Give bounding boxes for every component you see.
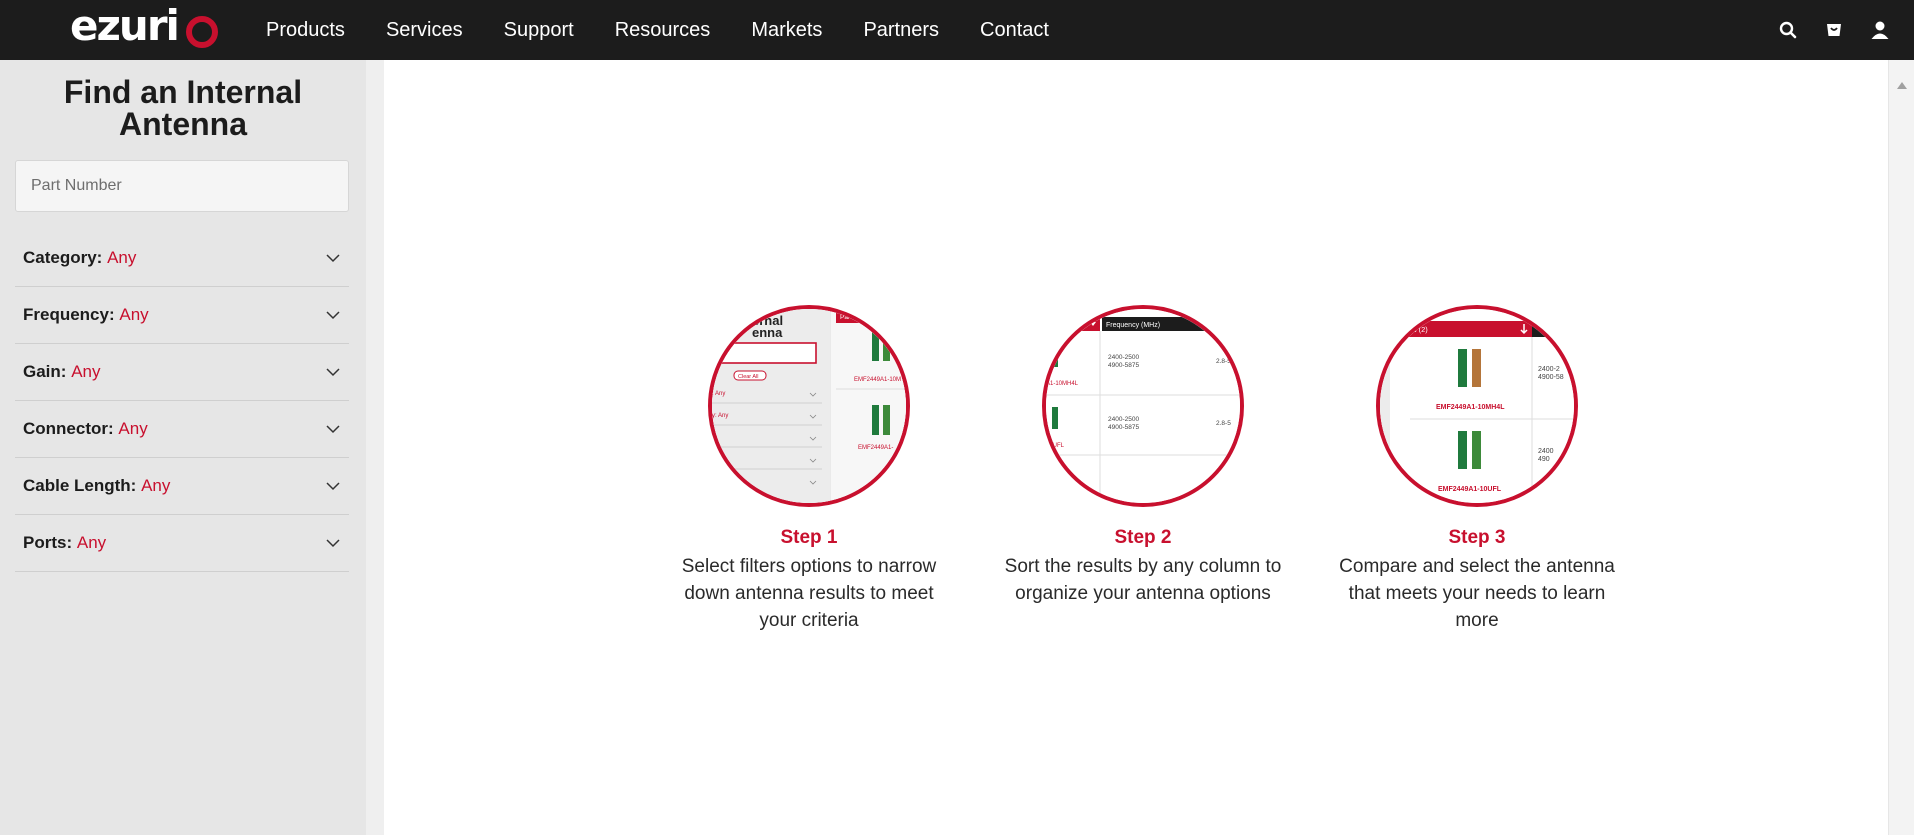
svg-text:10UFL: 10UFL xyxy=(1046,443,1065,449)
part-number-input[interactable] xyxy=(15,160,349,212)
svg-text:2400-2500: 2400-2500 xyxy=(1108,416,1139,423)
step-2: Frequency (MHz) A1-10MH4L 2400-2500 4900… xyxy=(998,305,1288,607)
filter-label: Ports: Any xyxy=(23,533,107,552)
user-icon[interactable] xyxy=(1868,18,1892,42)
nav-services[interactable]: Services xyxy=(386,19,463,42)
filter-label: Connector: Any xyxy=(23,419,148,438)
step-1-illustration: ernal enna Clear All : Any y: Any Par EM… xyxy=(708,305,910,507)
filter-sidebar: Find an Internal Antenna Category: Any F… xyxy=(0,60,366,835)
main-nav: Products Services Support Resources Mark… xyxy=(266,0,1090,60)
main-scrollbar[interactable] xyxy=(1888,60,1914,835)
chevron-down-icon xyxy=(326,254,340,263)
svg-text:4900-58: 4900-58 xyxy=(1538,374,1564,381)
svg-text:2.8-5: 2.8-5 xyxy=(1216,420,1231,427)
results-area: ernal enna Clear All : Any y: Any Par EM… xyxy=(384,60,1888,835)
svg-text:4900-5875: 4900-5875 xyxy=(1108,362,1139,369)
search-icon[interactable] xyxy=(1776,18,1800,42)
svg-text:2.8-5: 2.8-5 xyxy=(1216,358,1231,365)
filter-label: Gain: Any xyxy=(23,362,101,381)
nav-products[interactable]: Products xyxy=(266,19,345,42)
nav-resources[interactable]: Resources xyxy=(615,19,711,42)
filter-value: Any xyxy=(118,419,148,438)
chevron-down-icon xyxy=(326,368,340,377)
filter-ports[interactable]: Ports: Any xyxy=(15,515,349,572)
step-1-description: Select filters options to narrow down an… xyxy=(681,556,937,631)
svg-text:ezuri: ezuri xyxy=(70,2,178,50)
svg-text:EMF2449A1-10MH4L: EMF2449A1-10MH4L xyxy=(1436,404,1505,411)
filter-frequency[interactable]: Frequency: Any xyxy=(15,287,349,344)
cart-icon[interactable] xyxy=(1822,18,1846,42)
filter-value: Any xyxy=(107,248,137,267)
step-2-description: Sort the results by any column to organi… xyxy=(1004,556,1282,604)
svg-text:A1-10MH4L: A1-10MH4L xyxy=(1046,381,1079,387)
filter-value: Any xyxy=(141,476,171,495)
svg-text:EMF2449A1-10UFL: EMF2449A1-10UFL xyxy=(1438,486,1502,493)
chevron-down-icon xyxy=(326,539,340,548)
filter-gain[interactable]: Gain: Any xyxy=(15,344,349,401)
svg-text:arts (2): arts (2) xyxy=(1404,325,1428,334)
chevron-down-icon xyxy=(326,311,340,320)
nav-partners[interactable]: Partners xyxy=(863,19,939,42)
step-2-illustration: Frequency (MHz) A1-10MH4L 2400-2500 4900… xyxy=(1042,305,1244,507)
step-1-title: Step 1 xyxy=(780,527,838,548)
scroll-up-icon[interactable] xyxy=(1897,82,1907,89)
top-navigation-bar: ezuri Products Services Support Resource… xyxy=(0,0,1914,60)
filter-value: Any xyxy=(119,305,149,324)
filter-cable-length[interactable]: Cable Length: Any xyxy=(15,458,349,515)
svg-text:Frequency (MHz): Frequency (MHz) xyxy=(1106,322,1160,329)
nav-icons xyxy=(1776,0,1914,60)
filter-label: Category: Any xyxy=(23,248,137,267)
ezurio-logo[interactable]: ezuri xyxy=(70,2,230,58)
chevron-down-icon xyxy=(326,425,340,434)
sidebar-title: Find an Internal Antenna xyxy=(63,74,303,142)
svg-text:enna: enna xyxy=(752,325,783,340)
svg-text:2400-2: 2400-2 xyxy=(1538,366,1560,373)
filter-connector[interactable]: Connector: Any xyxy=(15,401,349,458)
svg-text:4900-5875: 4900-5875 xyxy=(1108,424,1139,431)
step-2-title: Step 2 xyxy=(1114,527,1172,548)
svg-text:: Any: : Any xyxy=(712,391,725,397)
step-3-description: Compare and select the antenna that meet… xyxy=(1339,556,1615,631)
step-3-illustration: arts (2) EMF2449A1-10MH4L 2400-2 4900-58… xyxy=(1376,305,1578,507)
filter-label: Cable Length: Any xyxy=(23,476,171,495)
svg-text:2400: 2400 xyxy=(1538,448,1554,455)
filter-value: Any xyxy=(76,533,107,552)
svg-text:Clear All: Clear All xyxy=(738,374,758,380)
step-3-title: Step 3 xyxy=(1448,527,1506,548)
nav-support[interactable]: Support xyxy=(504,19,574,42)
svg-text:490: 490 xyxy=(1538,456,1550,463)
svg-text:2400-2500: 2400-2500 xyxy=(1108,354,1139,361)
step-3: arts (2) EMF2449A1-10MH4L 2400-2 4900-58… xyxy=(1332,305,1622,634)
chevron-down-icon xyxy=(326,482,340,491)
filter-value: Any xyxy=(71,362,101,381)
svg-text:Par: Par xyxy=(840,314,851,321)
step-1: ernal enna Clear All : Any y: Any Par EM… xyxy=(664,305,954,634)
svg-text:EMF2449A1-10M: EMF2449A1-10M xyxy=(854,377,901,383)
filter-list: Category: Any Frequency: Any Gain: Any C… xyxy=(15,230,349,572)
sidebar-gutter xyxy=(366,60,384,835)
nav-contact[interactable]: Contact xyxy=(980,19,1049,42)
svg-text:EMF2449A1-: EMF2449A1- xyxy=(858,445,893,451)
nav-markets[interactable]: Markets xyxy=(751,19,822,42)
svg-text:y: Any: y: Any xyxy=(712,413,728,419)
filter-label: Frequency: Any xyxy=(23,305,149,324)
filter-category[interactable]: Category: Any xyxy=(15,230,349,287)
